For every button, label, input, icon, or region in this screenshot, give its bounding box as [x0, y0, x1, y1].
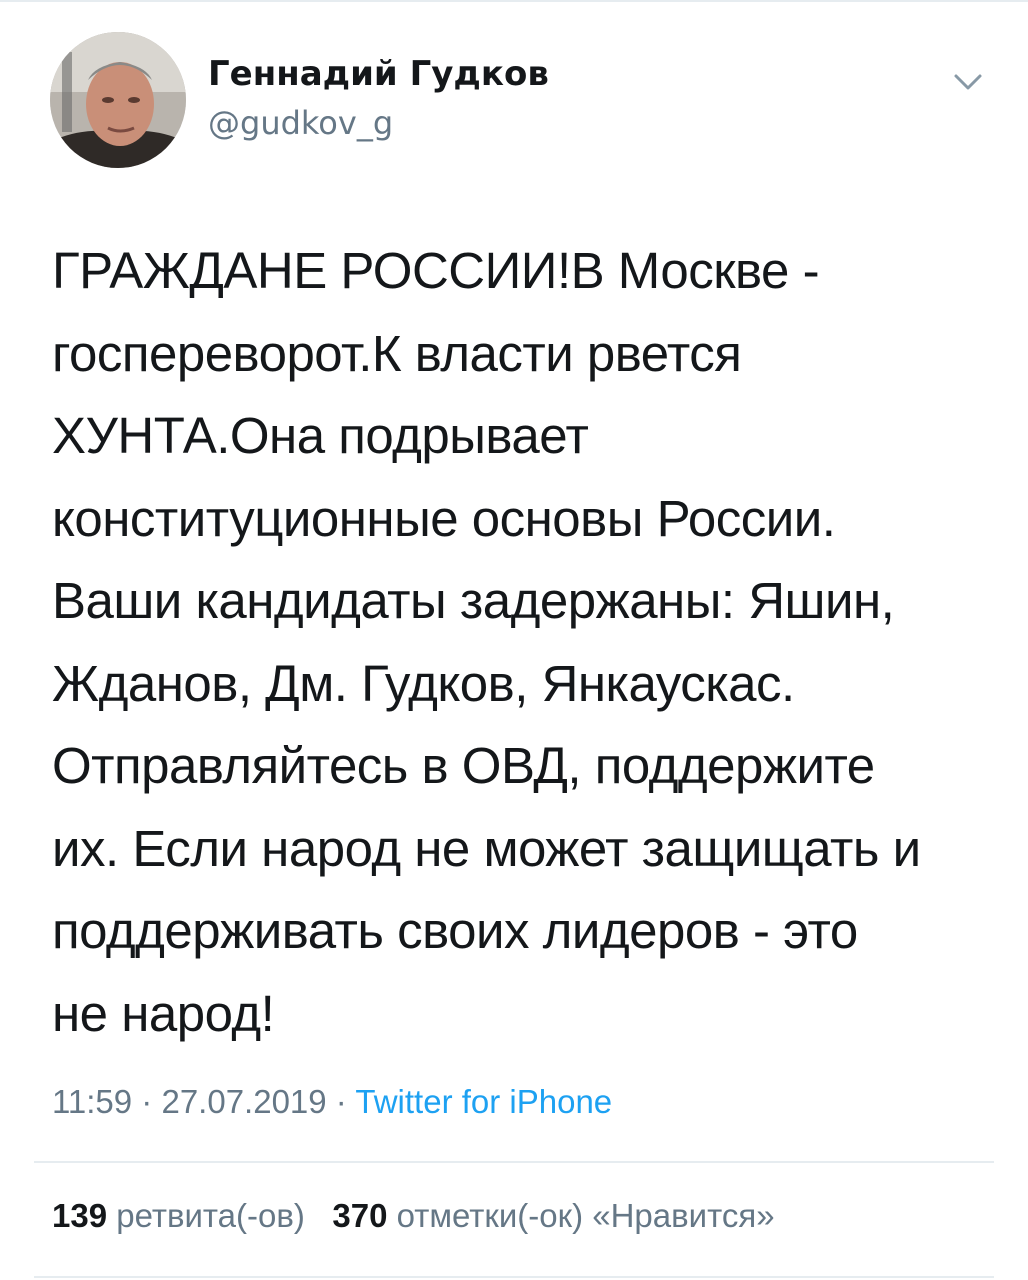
avatar[interactable]: [50, 32, 186, 168]
retweets-stat[interactable]: 139 ретвита(-ов): [52, 1197, 305, 1234]
stats-divider: [34, 1161, 994, 1163]
tweet-meta: 11:59 · 27.07.2019 · Twitter for iPhone: [52, 1080, 612, 1124]
tweet-stats: 139 ретвита(-ов) 370 отметки(-ок) «Нрави…: [52, 1194, 775, 1238]
likes-count: 370: [332, 1197, 388, 1234]
retweets-label: ретвита(-ов): [116, 1197, 305, 1234]
tweet-text: ГРАЖДАНЕ РОССИИ!В Москве - госпереворот.…: [52, 242, 921, 1042]
chevron-down-icon[interactable]: [948, 68, 988, 96]
avatar-image: [50, 32, 186, 168]
likes-stat[interactable]: 370 отметки(-ок) «Нравится»: [332, 1197, 774, 1234]
retweets-count: 139: [52, 1197, 108, 1234]
tweet-time: 11:59: [52, 1083, 133, 1120]
meta-separator: ·: [326, 1083, 356, 1120]
bottom-divider: [34, 1276, 994, 1278]
author-display-name[interactable]: Геннадий Гудков: [208, 52, 549, 96]
top-divider: [0, 0, 1028, 2]
tweet-date: 27.07.2019: [161, 1083, 327, 1120]
meta-separator: ·: [132, 1083, 162, 1120]
author-username[interactable]: @gudkov_g: [208, 102, 393, 144]
tweet-source-link[interactable]: Twitter for iPhone: [355, 1083, 612, 1120]
likes-label: отметки(-ок) «Нравится»: [396, 1197, 775, 1234]
